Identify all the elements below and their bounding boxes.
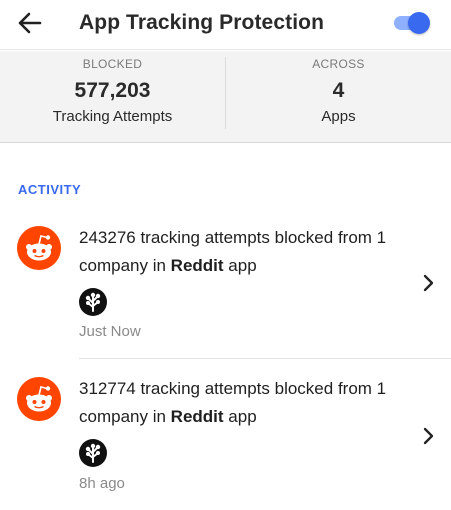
blocked-caption: BLOCKED <box>82 57 143 71</box>
chevron-right-icon <box>421 427 435 445</box>
activity-message: 312774 tracking attempts blocked from 1 … <box>79 375 409 431</box>
stats-panel: BLOCKED 577,203 Tracking Attempts ACROSS… <box>0 51 451 143</box>
toggle-thumb <box>408 12 430 34</box>
activity-time: 8h ago <box>79 475 125 492</box>
activity-item[interactable]: 243276 tracking attempts blocked from 1 … <box>0 214 451 359</box>
arrow-back-icon <box>18 12 42 34</box>
tracker-tree-icon <box>79 439 107 467</box>
app-name: Reddit <box>170 407 224 426</box>
protection-toggle[interactable] <box>392 12 432 34</box>
across-caption: ACROSS <box>312 57 365 71</box>
across-stat: ACROSS 4 Apps <box>226 51 451 143</box>
blocked-stat: BLOCKED 577,203 Tracking Attempts <box>0 51 225 143</box>
message-suffix: app <box>223 407 257 426</box>
app-name: Reddit <box>170 256 224 275</box>
activity-time: Just Now <box>79 323 141 340</box>
back-button[interactable] <box>18 12 44 34</box>
chevron-right-icon <box>421 274 435 292</box>
apps-label: Apps <box>321 108 356 125</box>
blocked-count: 577,203 <box>74 79 151 102</box>
page-title: App Tracking Protection <box>79 11 324 34</box>
apps-count: 4 <box>332 79 345 102</box>
activity-item[interactable]: 312774 tracking attempts blocked from 1 … <box>0 365 451 510</box>
activity-message: 243276 tracking attempts blocked from 1 … <box>79 224 409 280</box>
message-suffix: app <box>223 256 257 275</box>
reddit-icon <box>17 377 61 421</box>
app-bar: App Tracking Protection <box>0 0 451 50</box>
blocked-label: Tracking Attempts <box>52 108 173 125</box>
attempts-count: 312774 <box>79 379 136 398</box>
reddit-icon <box>17 226 61 270</box>
activity-section-title: ACTIVITY <box>18 182 82 197</box>
tracker-tree-icon <box>79 288 107 316</box>
attempts-count: 243276 <box>79 228 136 247</box>
activity-separator <box>79 358 451 359</box>
